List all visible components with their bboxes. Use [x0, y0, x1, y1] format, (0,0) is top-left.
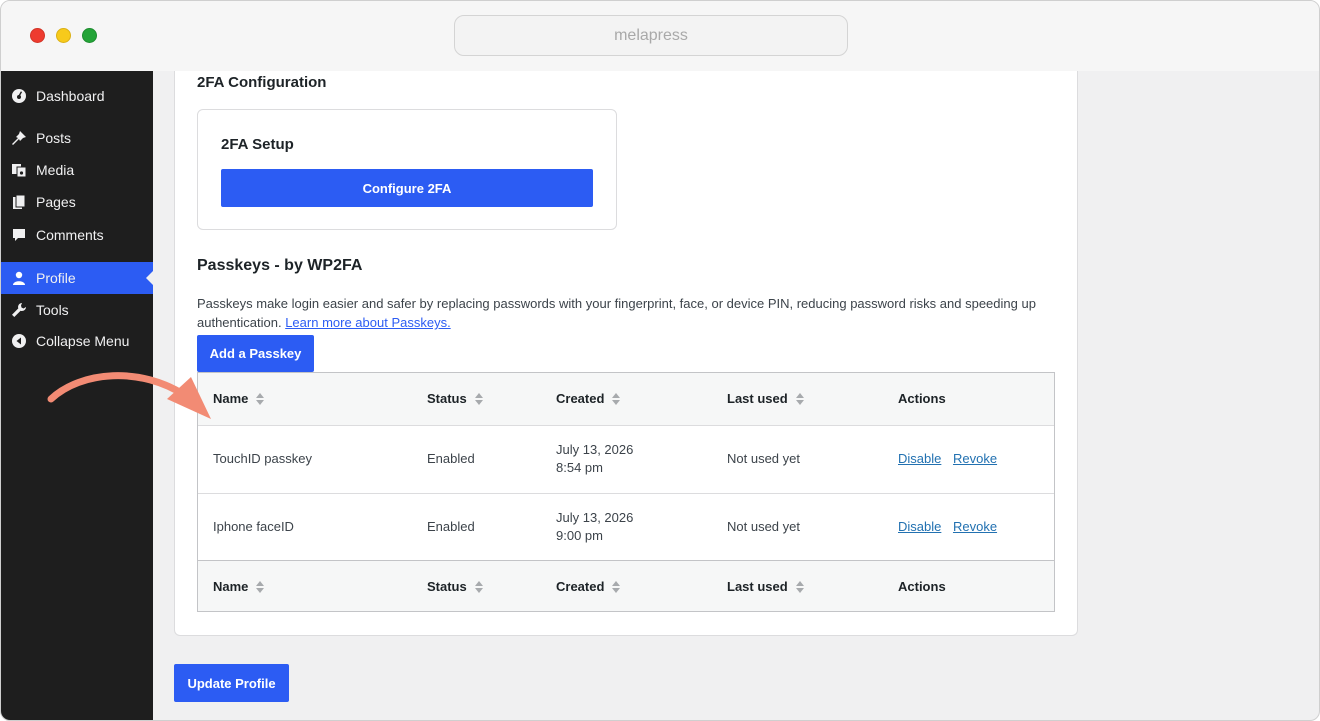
- update-profile-button[interactable]: Update Profile: [174, 664, 289, 702]
- column-footer-actions: Actions: [898, 579, 946, 594]
- passkey-status: Enabled: [427, 519, 475, 534]
- revoke-link[interactable]: Revoke: [953, 451, 997, 466]
- sort-icon: [256, 581, 265, 593]
- sort-icon: [612, 581, 621, 593]
- collapse-icon: [11, 333, 27, 349]
- wrench-icon: [11, 302, 27, 318]
- column-header-name[interactable]: Name: [213, 390, 265, 408]
- annotation-arrow-icon: [47, 372, 211, 419]
- sidebar-item-label: Media: [36, 162, 75, 178]
- maximize-window-button[interactable]: [82, 28, 97, 43]
- sidebar-item-pages[interactable]: Pages: [1, 186, 153, 218]
- column-footer-last-used[interactable]: Last used: [727, 578, 804, 596]
- passkey-actions: Disable Revoke: [898, 518, 997, 536]
- revoke-link[interactable]: Revoke: [953, 519, 997, 534]
- table-footer-row: Name Status Created Last used Actions: [198, 560, 1054, 611]
- pages-icon: [11, 194, 27, 210]
- twofa-setup-title: 2FA Setup: [221, 136, 294, 153]
- sidebar-item-label: Posts: [36, 130, 72, 146]
- disable-link[interactable]: Disable: [898, 451, 941, 466]
- column-footer-name[interactable]: Name: [213, 578, 265, 596]
- comment-icon: [11, 227, 27, 243]
- passkey-last-used: Not used yet: [727, 451, 800, 466]
- sidebar-item-label: Dashboard: [36, 88, 105, 104]
- sidebar-item-label: Comments: [36, 227, 104, 243]
- add-passkey-button[interactable]: Add a Passkey: [197, 335, 314, 372]
- sidebar-item-comments[interactable]: Comments: [1, 219, 153, 251]
- sidebar-item-dashboard[interactable]: Dashboard: [1, 80, 153, 112]
- sidebar-item-collapse-menu[interactable]: Collapse Menu: [1, 325, 153, 357]
- passkeys-table: Name Status Created Last used Actions To…: [197, 372, 1055, 612]
- passkey-last-used: Not used yet: [727, 519, 800, 534]
- created-date: July 13, 2026: [556, 442, 634, 457]
- column-header-actions: Actions: [898, 391, 946, 406]
- sidebar-item-label: Collapse Menu: [36, 333, 130, 349]
- column-header-created[interactable]: Created: [556, 390, 621, 408]
- minimize-window-button[interactable]: [56, 28, 71, 43]
- close-window-button[interactable]: [30, 28, 45, 43]
- sidebar-item-profile[interactable]: Profile: [1, 262, 153, 294]
- title-bar: melapress: [1, 1, 1319, 71]
- sidebar-item-label: Pages: [36, 194, 76, 210]
- configure-2fa-button[interactable]: Configure 2FA: [221, 169, 593, 207]
- passkey-actions: Disable Revoke: [898, 450, 997, 468]
- sidebar-item-label: Profile: [36, 270, 76, 286]
- address-bar[interactable]: melapress: [454, 15, 848, 56]
- sort-icon: [474, 581, 483, 593]
- learn-more-link[interactable]: Learn more about Passkeys.: [285, 315, 450, 330]
- column-footer-created[interactable]: Created: [556, 578, 621, 596]
- created-time: 8:54 pm: [556, 460, 603, 475]
- sort-icon: [256, 393, 265, 405]
- sidebar-item-media[interactable]: Media: [1, 154, 153, 186]
- sort-icon: [795, 393, 804, 405]
- created-time: 9:00 pm: [556, 528, 603, 543]
- passkey-name: TouchID passkey: [213, 451, 312, 466]
- passkeys-heading: Passkeys - by WP2FA: [197, 257, 363, 274]
- browser-window: melapress Dashboard Posts Media Pages Co…: [0, 0, 1320, 721]
- sort-icon: [612, 393, 621, 405]
- sidebar-item-tools[interactable]: Tools: [1, 294, 153, 326]
- dashboard-icon: [11, 88, 27, 104]
- table-row: Iphone faceID Enabled July 13, 2026 9:00…: [198, 493, 1054, 561]
- table-row: TouchID passkey Enabled July 13, 2026 8:…: [198, 425, 1054, 493]
- column-header-last-used[interactable]: Last used: [727, 390, 804, 408]
- disable-link[interactable]: Disable: [898, 519, 941, 534]
- passkey-name: Iphone faceID: [213, 519, 294, 534]
- media-icon: [11, 162, 27, 178]
- pin-icon: [11, 130, 27, 146]
- user-icon: [11, 270, 27, 286]
- passkey-created: July 13, 2026 9:00 pm: [556, 509, 633, 545]
- twofa-heading: 2FA Configuration: [197, 74, 327, 91]
- passkey-status: Enabled: [427, 451, 475, 466]
- passkey-created: July 13, 2026 8:54 pm: [556, 441, 633, 477]
- table-header-row: Name Status Created Last used Actions: [198, 373, 1054, 425]
- created-date: July 13, 2026: [556, 510, 634, 525]
- twofa-setup-box: 2FA Setup Configure 2FA: [197, 109, 617, 230]
- column-footer-status[interactable]: Status: [427, 578, 483, 596]
- sidebar-item-label: Tools: [36, 302, 69, 318]
- sort-icon: [795, 581, 804, 593]
- sidebar-item-posts[interactable]: Posts: [1, 122, 153, 154]
- passkeys-description: Passkeys make login easier and safer by …: [197, 294, 1047, 332]
- column-header-status[interactable]: Status: [427, 390, 483, 408]
- sort-icon: [474, 393, 483, 405]
